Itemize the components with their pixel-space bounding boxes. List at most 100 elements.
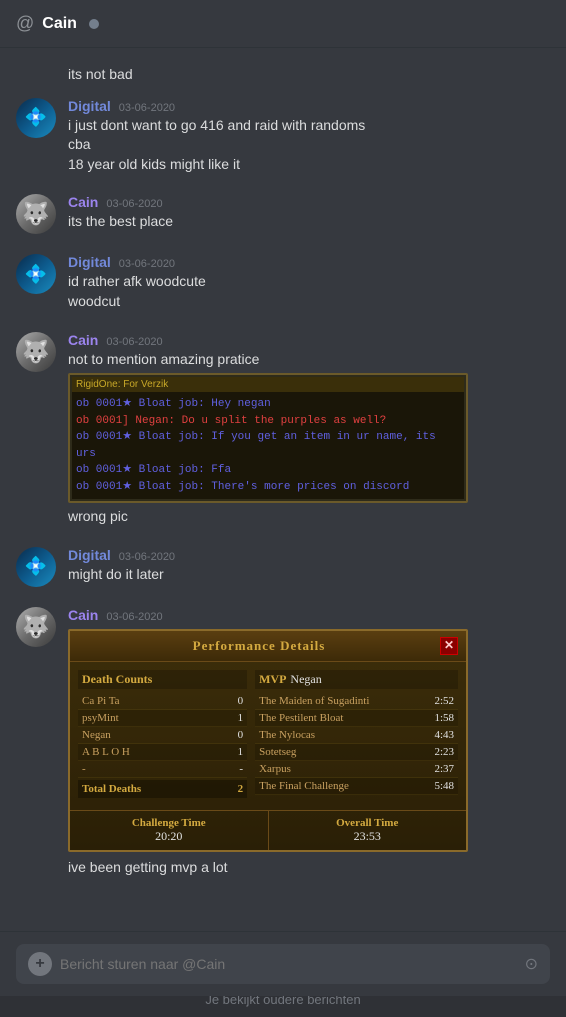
perf-modal-close-button[interactable]: ✕ [440,637,458,655]
message-input-area: + ⊙ [0,931,566,996]
channel-header: @ Cain [0,0,566,48]
username: Digital [68,547,111,563]
message-text: its the best place [68,212,550,232]
message-header: Digital 03-06-2020 [68,254,550,270]
username: Cain [68,194,98,210]
table-row: - - [78,761,247,778]
avatar [16,547,56,587]
boss-name: Xarpus [259,763,291,775]
messages-container: its not bad Digital 03-06-2020 i just do… [0,48,566,973]
add-attachment-button[interactable]: + [28,952,52,976]
screenshot-line: ob 0001] Negan: Do u split the purples a… [76,413,460,430]
dm-icon: @ [16,13,34,34]
challenge-time-value: 20:20 [74,829,264,844]
table-row: Ca Pi Ta 0 [78,693,247,710]
message-group: Digital 03-06-2020 might do it later [16,543,550,591]
emoji-icon[interactable]: ⊙ [525,954,538,974]
mvp-header: MVP Negan [255,670,458,689]
message-header: Cain 03-06-2020 [68,332,550,348]
death-count: - [223,763,243,775]
avatar [16,607,56,647]
username: Cain [68,607,98,623]
total-deaths-count: 2 [238,783,244,795]
screenshot-header: RigidOne: For Verzik [72,377,464,392]
timestamp: 03-06-2020 [119,102,175,114]
user-status-indicator [89,19,99,29]
avatar [16,194,56,234]
timestamp: 03-06-2020 [106,336,162,348]
challenge-time-block: Challenge Time 20:20 [70,811,269,850]
screenshot-line: ob 0001★ Bloat job: If you get an item i… [76,429,460,462]
perf-modal-title: Performance Details [78,638,440,654]
performance-details-modal: Performance Details ✕ Death Counts Ca Pi… [68,629,468,852]
message-group: Cain 03-06-2020 Performance Details ✕ De… [16,603,550,882]
total-deaths-row: Total Deaths 2 [78,780,247,798]
screenshot-body: ob 0001★ Bloat job: Hey negan ob 0001] N… [72,392,464,499]
player-name: Ca Pi Ta [82,695,120,707]
player-name: - [82,763,86,775]
boss-row: The Final Challenge 5:48 [255,778,458,795]
message-input[interactable] [60,956,517,972]
message-group: Cain 03-06-2020 not to mention amazing p… [16,328,550,531]
boss-time: 2:23 [434,746,454,758]
message-content: Digital 03-06-2020 i just dont want to g… [68,98,550,175]
mvp-label: MVP [259,672,286,687]
message-content: Cain 03-06-2020 not to mention amazing p… [68,332,550,527]
mvp-name: Negan [290,672,321,687]
message-group: Cain 03-06-2020 its the best place [16,190,550,238]
message-text: woodcut [68,292,550,312]
message-group: Digital 03-06-2020 i just dont want to g… [16,94,550,179]
boss-time: 1:58 [434,712,454,724]
username: Digital [68,254,111,270]
message-header: Cain 03-06-2020 [68,194,550,210]
message-text: ive been getting mvp a lot [68,858,550,878]
message-header: Cain 03-06-2020 [68,607,550,623]
boss-row: Xarpus 2:37 [255,761,458,778]
message-text: id rather afk woodcute [68,272,550,292]
timestamp: 03-06-2020 [119,258,175,270]
boss-name: The Maiden of Sugadinti [259,695,369,707]
avatar [16,98,56,138]
message-content: Digital 03-06-2020 might do it later [68,547,550,585]
boss-time: 2:37 [434,763,454,775]
boss-name: The Final Challenge [259,780,349,792]
message-content: Cain 03-06-2020 its the best place [68,194,550,232]
table-row: Negan 0 [78,727,247,744]
message-group: Digital 03-06-2020 id rather afk woodcut… [16,250,550,315]
player-name: psyMint [82,712,119,724]
death-count: 0 [223,729,243,741]
screenshot-line: ob 0001★ Bloat job: There's more prices … [76,479,460,496]
table-row: A B L O H 1 [78,744,247,761]
death-count: 1 [223,712,243,724]
table-row: psyMint 1 [78,710,247,727]
perf-footer: Challenge Time 20:20 Overall Time 23:53 [70,810,466,850]
total-deaths-label: Total Deaths [82,783,141,795]
boss-name: The Pestilent Bloat [259,712,343,724]
avatar [16,332,56,372]
overall-time-block: Overall Time 23:53 [269,811,467,850]
timestamp: 03-06-2020 [106,198,162,210]
death-counts-table: Death Counts Ca Pi Ta 0 psyMint 1 Negan … [78,670,247,798]
username: Digital [68,98,111,114]
boss-time: 5:48 [434,780,454,792]
boss-name: Sotetseg [259,746,296,758]
message-text: wrong pic [68,507,550,527]
avatar [16,254,56,294]
perf-modal-body: Death Counts Ca Pi Ta 0 psyMint 1 Negan … [70,662,466,806]
player-name: Negan [82,729,111,741]
player-name: A B L O H [82,746,130,758]
boss-name: The Nylocas [259,729,315,741]
message-text: i just dont want to go 416 and raid with… [68,116,550,136]
boss-time: 4:43 [434,729,454,741]
timestamp: 03-06-2020 [119,551,175,563]
death-table-header: Death Counts [78,670,247,689]
message-content: Digital 03-06-2020 id rather afk woodcut… [68,254,550,311]
boss-row: The Nylocas 4:43 [255,727,458,744]
death-count: 0 [223,695,243,707]
username: Cain [68,332,98,348]
overall-time-value: 23:53 [273,829,463,844]
message-text: cba [68,135,550,155]
boss-row: The Maiden of Sugadinti 2:52 [255,693,458,710]
message-header: Digital 03-06-2020 [68,98,550,114]
message-content: Cain 03-06-2020 Performance Details ✕ De… [68,607,550,878]
